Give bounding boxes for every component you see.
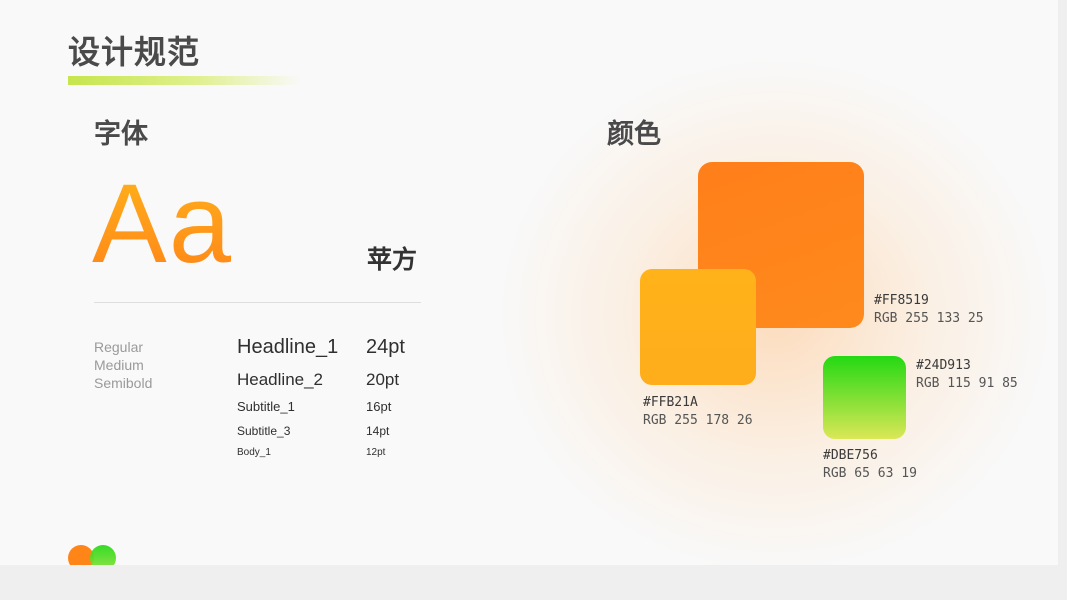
color-rgb: RGB 65 63 19 (823, 466, 917, 481)
title-accent-bar (68, 76, 300, 85)
typography-divider (94, 302, 421, 303)
type-style-name: Headline_1 (237, 336, 339, 358)
green-circle-icon (90, 545, 116, 565)
page-title: 设计规范 (68, 33, 201, 71)
type-style-size: 14pt (366, 424, 390, 438)
type-style-name: Subtitle_1 (237, 399, 295, 414)
color-label-green: #24D913 RGB 115 91 85 (916, 357, 1018, 393)
color-hex: #FF8519 (874, 293, 929, 308)
type-style-size: 12pt (366, 447, 386, 458)
color-hex: #DBE756 (823, 448, 878, 463)
typography-heading: 字体 (94, 119, 148, 150)
type-style-name: Headline_2 (237, 370, 324, 389)
color-label-lime: #DBE756 RGB 65 63 19 (823, 447, 917, 483)
font-weights-list: Regular Medium Semibold (94, 338, 152, 392)
color-label-yellow: #FFB21A RGB 255 178 26 (643, 394, 753, 430)
type-style-name: Subtitle_3 (237, 424, 291, 438)
color-rgb: RGB 255 178 26 (643, 413, 753, 428)
type-style-name: Body_1 (237, 447, 271, 458)
font-weight-medium: Medium (94, 357, 144, 373)
color-hex: #24D913 (916, 358, 971, 373)
type-style-size: 24pt (366, 336, 405, 358)
two-circles-logo-icon (68, 545, 118, 565)
type-style-size: 20pt (366, 370, 400, 389)
font-name: 苹方 (367, 245, 418, 274)
color-hex: #FFB21A (643, 395, 698, 410)
font-weight-semibold: Semibold (94, 375, 153, 391)
color-label-orange: #FF8519 RGB 255 133 25 (874, 292, 984, 328)
color-rgb: RGB 115 91 85 (916, 376, 1018, 391)
font-sample: Aa (92, 161, 233, 286)
design-spec-slide: 设计规范 字体 Aa 苹方 Regular Medium Semibold He… (0, 0, 1058, 565)
font-weight-regular: Regular (94, 339, 144, 355)
colors-heading: 颜色 (607, 119, 661, 150)
type-style-size: 16pt (366, 399, 392, 414)
color-swatch-green-gradient (823, 356, 906, 439)
color-swatch-yellow (640, 269, 756, 385)
color-rgb: RGB 255 133 25 (874, 311, 984, 326)
